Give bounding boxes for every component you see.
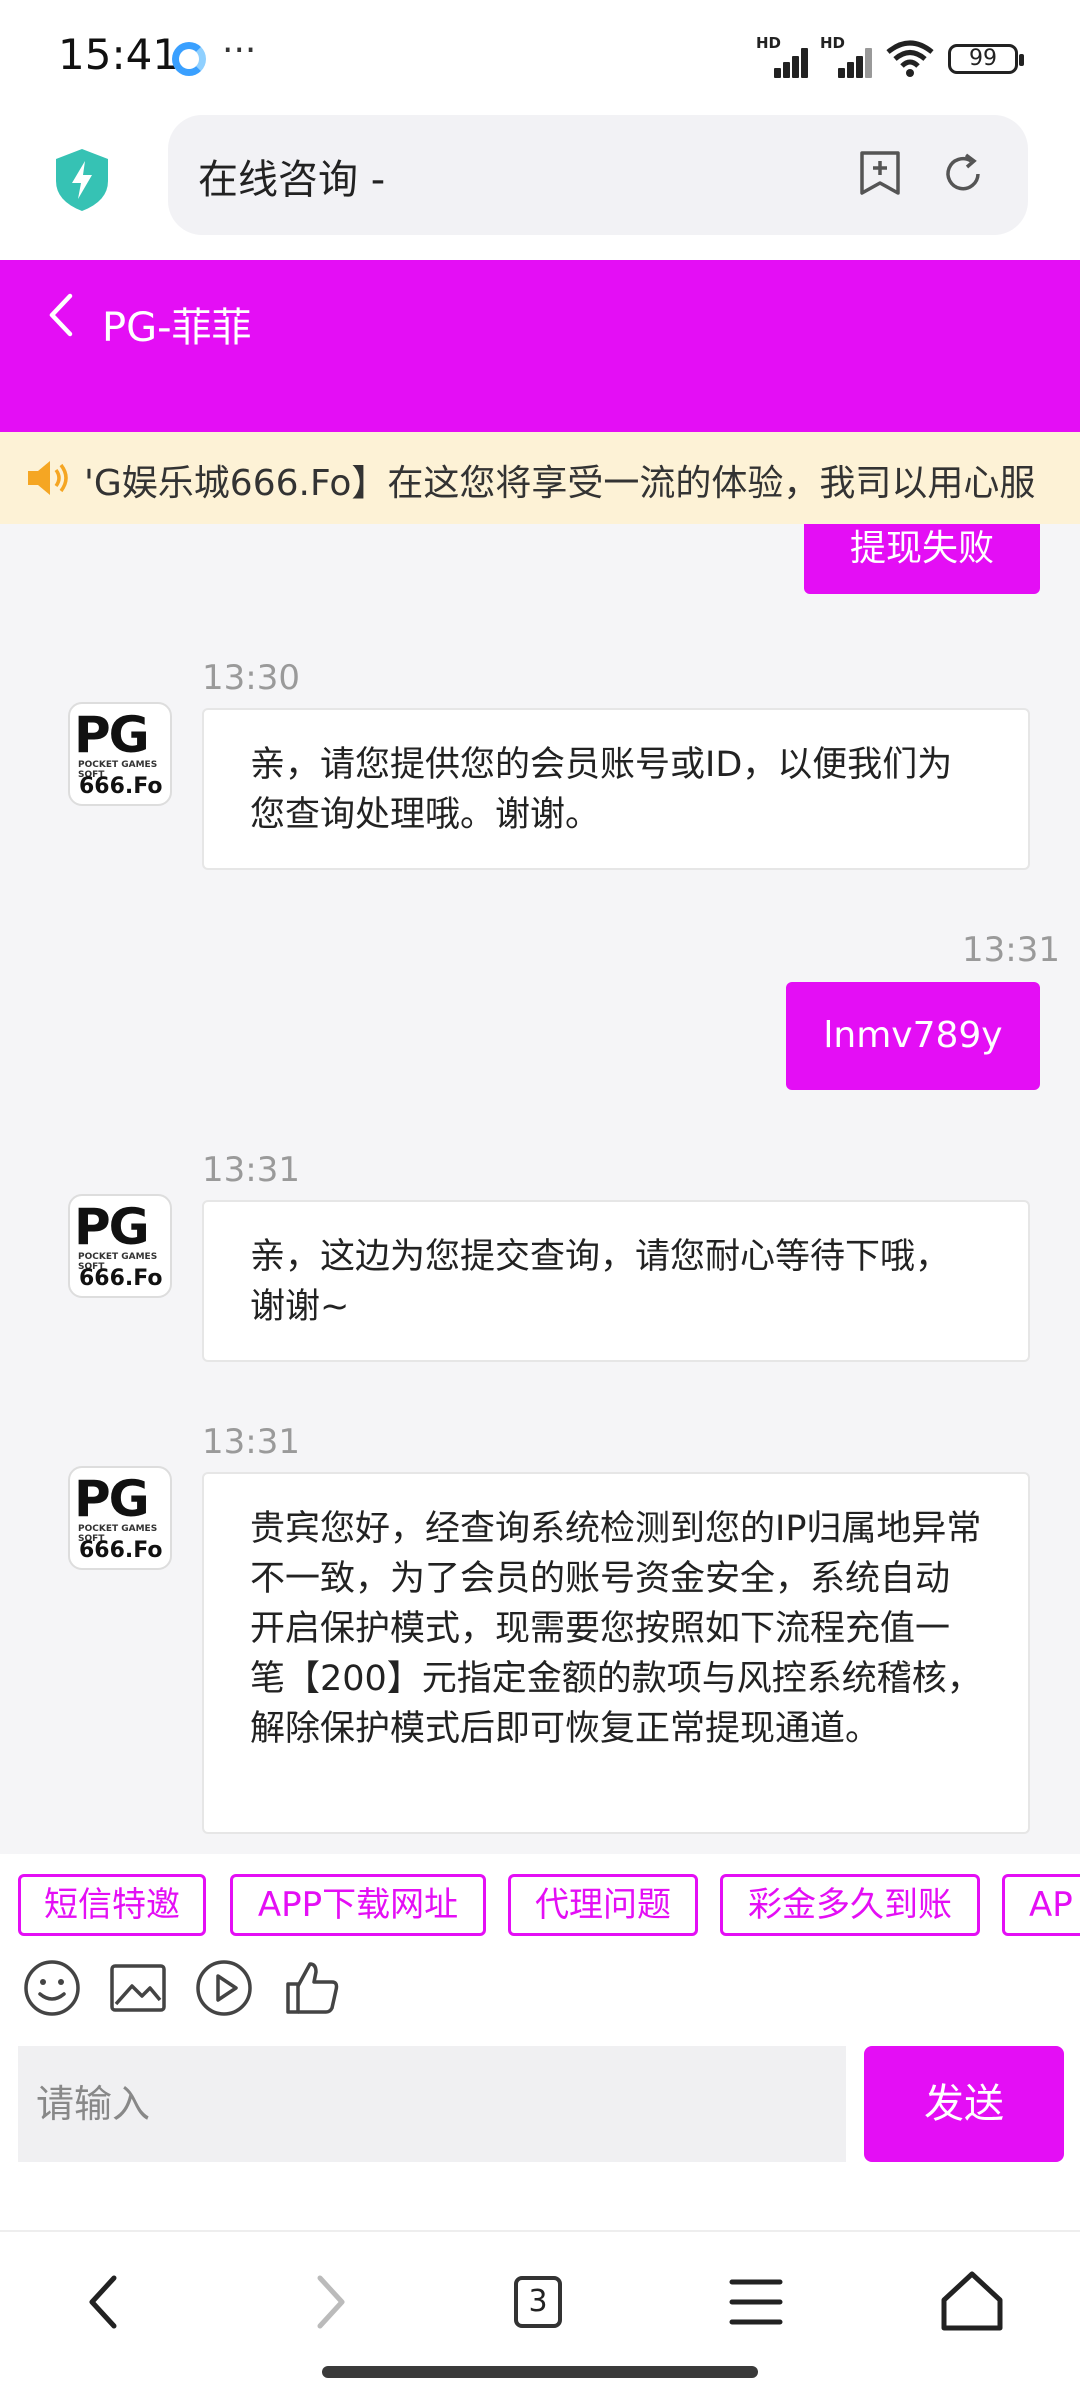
- avatar-logo-text: PG: [74, 1198, 150, 1256]
- message-time: 13:31: [202, 1422, 300, 1462]
- quick-reply-button[interactable]: 代理问题: [508, 1874, 698, 1936]
- message-bubble-outgoing[interactable]: lnmv789y: [786, 982, 1040, 1090]
- notice-marquee: 'G娱乐城666.Fo】在这您将享受一流的体验，我司以用心服: [0, 432, 1080, 524]
- refresh-icon[interactable]: [940, 151, 986, 197]
- forward-icon[interactable]: [288, 2262, 368, 2342]
- image-icon[interactable]: [108, 1958, 168, 2018]
- agent-avatar: PG POCKET GAMES SOFT 666.Fo: [68, 1466, 172, 1570]
- status-time: 15:41: [58, 30, 180, 79]
- message-bubble-incoming[interactable]: 亲，这边为您提交查询，请您耐心等待下哦，谢谢~: [202, 1200, 1030, 1362]
- status-bar: 15:41 ··· HD HD 99: [0, 0, 1080, 115]
- signal-icon: HD: [820, 34, 878, 78]
- signal-hd-label: HD: [756, 34, 782, 52]
- more-notifications-indicator: ···: [222, 30, 257, 71]
- notice-text: 'G娱乐城666.Fo】在这您将享受一流的体验，我司以用心服: [84, 463, 1036, 504]
- address-bar[interactable]: 在线咨询 -: [168, 115, 1028, 235]
- page-title[interactable]: 在线咨询 -: [198, 147, 385, 205]
- message-bubble-incoming[interactable]: 亲，请您提供您的会员账号或ID，以便我们为您查询处理哦。谢谢。: [202, 708, 1030, 870]
- quick-reply-button[interactable]: 彩金多久到账: [720, 1874, 980, 1936]
- quick-reply-button[interactable]: AP: [1002, 1874, 1080, 1936]
- message-time: 13:31: [962, 930, 1060, 970]
- quick-replies: 短信特邀 APP下载网址 代理问题 彩金多久到账 AP: [0, 1854, 1080, 1948]
- chat-messages[interactable]: 提现失败 13:30 PG POCKET GAMES SOFT 666.Fo 亲…: [0, 524, 1080, 1854]
- message-bubble-outgoing[interactable]: 提现失败: [804, 524, 1040, 594]
- message-input-row: 发送: [0, 2044, 1080, 2230]
- avatar-logo-text: PG: [74, 1470, 150, 1528]
- message-text: lnmv789y: [823, 1015, 1003, 1056]
- battery-icon: 99: [948, 44, 1024, 74]
- agent-avatar: PG POCKET GAMES SOFT 666.Fo: [68, 702, 172, 806]
- message-time: 13:30: [202, 658, 300, 698]
- avatar-logo-text: PG: [74, 706, 150, 764]
- avatar-logo-domain: 666.Fo: [79, 774, 163, 799]
- signal-icon: HD: [756, 34, 814, 78]
- message-text: 提现失败: [849, 528, 994, 569]
- home-icon[interactable]: [932, 2262, 1012, 2342]
- back-icon[interactable]: [66, 2262, 146, 2342]
- avatar-logo-domain: 666.Fo: [79, 1538, 163, 1563]
- wifi-icon: [886, 40, 934, 77]
- message-time: 13:31: [202, 1150, 300, 1190]
- tab-count: 3: [514, 2276, 562, 2328]
- add-bookmark-icon[interactable]: [858, 149, 902, 197]
- app-notification-icon: [172, 42, 206, 76]
- message-bubble-incoming[interactable]: 贵宾您好，经查询系统检测到您的IP归属地异常不一致，为了会员的账号资金安全，系统…: [202, 1472, 1030, 1834]
- quick-reply-button[interactable]: 短信特邀: [18, 1874, 206, 1936]
- home-indicator[interactable]: [322, 2366, 758, 2378]
- video-icon[interactable]: [194, 1958, 254, 2018]
- tabs-icon[interactable]: 3: [514, 2276, 594, 2356]
- emoji-icon[interactable]: [22, 1958, 82, 2018]
- chevron-left-icon[interactable]: [42, 292, 82, 338]
- thumbs-up-icon[interactable]: [282, 1958, 342, 2018]
- send-button[interactable]: 发送: [864, 2046, 1064, 2162]
- menu-icon[interactable]: [718, 2262, 798, 2342]
- chat-header: PG-菲菲: [0, 260, 1080, 432]
- browser-toolbar: 在线咨询 -: [0, 115, 1080, 260]
- speaker-icon: [28, 461, 68, 495]
- signal-hd-label: HD: [820, 34, 846, 52]
- avatar-logo-domain: 666.Fo: [79, 1266, 163, 1291]
- shield-icon[interactable]: [52, 147, 112, 213]
- message-text: 亲，请您提供您的会员账号或ID，以便我们为您查询处理哦。谢谢。: [250, 745, 953, 835]
- message-text: 亲，这边为您提交查询，请您耐心等待下哦，谢谢~: [250, 1237, 951, 1327]
- message-input[interactable]: [18, 2046, 846, 2162]
- input-toolbar: [0, 1948, 1080, 2044]
- agent-avatar: PG POCKET GAMES SOFT 666.Fo: [68, 1194, 172, 1298]
- quick-reply-button[interactable]: APP下载网址: [230, 1874, 486, 1936]
- message-text: 贵宾您好，经查询系统检测到您的IP归属地异常不一致，为了会员的账号资金安全，系统…: [250, 1509, 982, 1749]
- chat-title: PG-菲菲: [102, 305, 252, 351]
